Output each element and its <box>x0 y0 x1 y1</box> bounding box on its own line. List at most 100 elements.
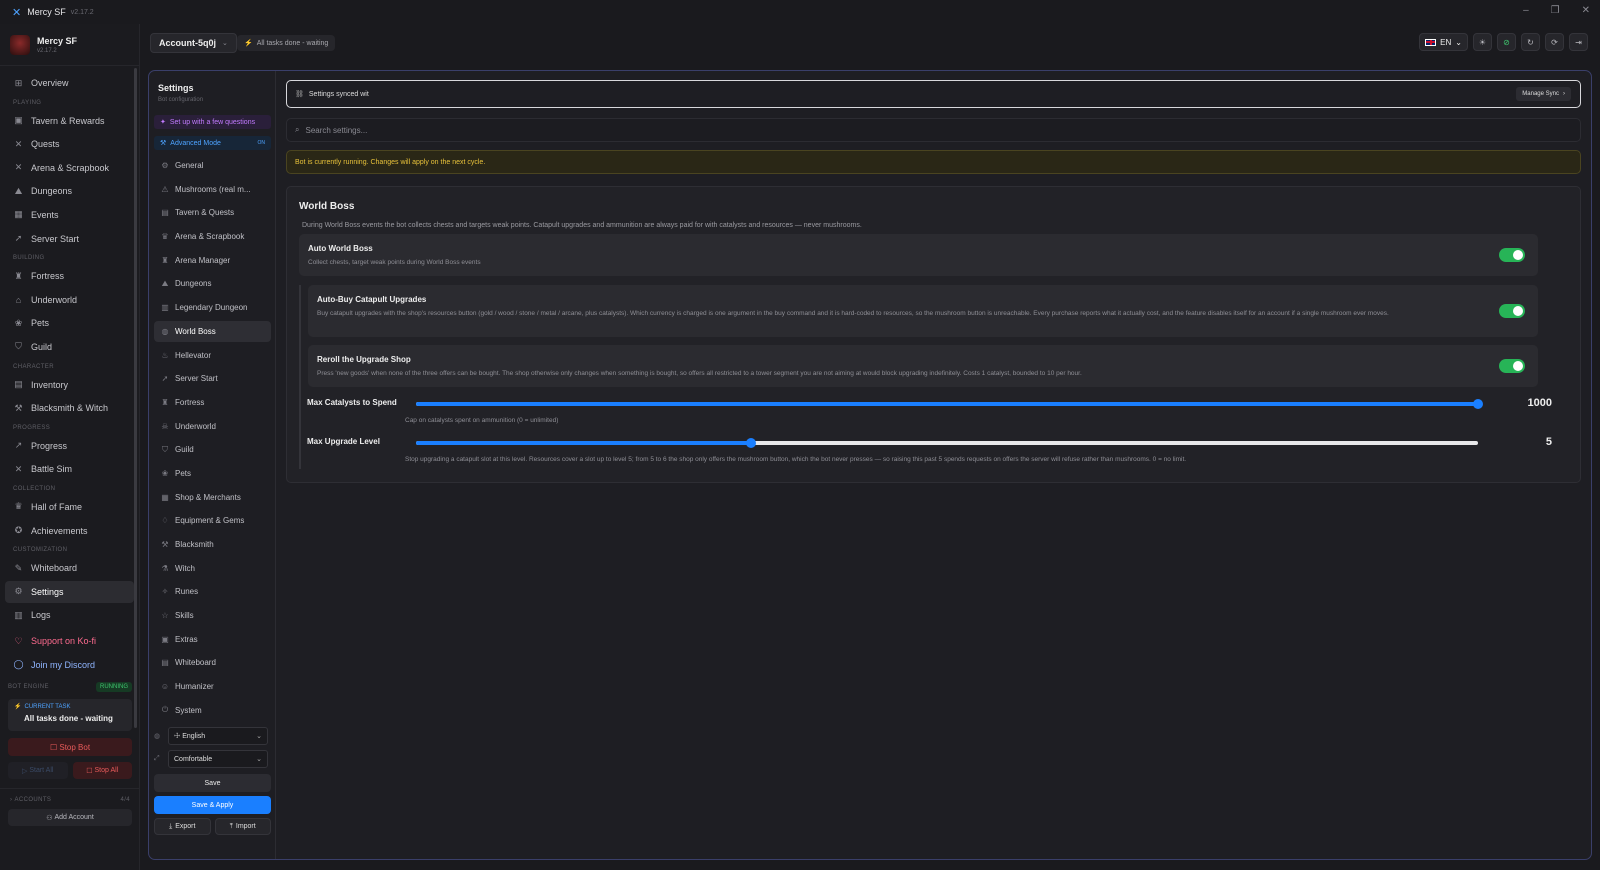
tab-skills[interactable]: ☆ Skills <box>154 605 271 626</box>
power-icon: ⏻ <box>161 705 169 715</box>
sidebar-item-label: Hall of Fame <box>31 501 83 512</box>
sidebar-item-kofi[interactable]: ♡ Support on Ko-fi <box>5 630 134 652</box>
auto-world-boss-toggle[interactable] <box>1499 248 1525 262</box>
tab-world-boss[interactable]: ◍ World Boss <box>154 320 271 342</box>
tab-arena-scrapbook[interactable]: ♛ Arena & Scrapbook <box>154 226 271 247</box>
section-building: BUILDING <box>13 255 45 262</box>
manage-sync-button[interactable]: Manage Sync › <box>1516 87 1571 101</box>
tab-equipment-gems[interactable]: ♢ Equipment & Gems <box>154 510 271 531</box>
advanced-mode-toggle[interactable]: ⚒ Advanced Mode ON <box>154 136 271 150</box>
tab-humanizer[interactable]: ☺ Humanizer <box>154 676 271 697</box>
star-icon: ☆ <box>161 611 169 621</box>
accounts-header[interactable]: › ACCOUNTS 4/4 <box>0 788 140 803</box>
search-icon: ⌕ <box>295 125 300 134</box>
language-button[interactable]: EN ⌄ <box>1419 33 1468 51</box>
search-input[interactable]: ⌕ Search settings... <box>286 118 1581 142</box>
tab-whiteboard[interactable]: ▤ Whiteboard <box>154 652 271 673</box>
logout-button[interactable]: ⇥ <box>1569 33 1588 51</box>
sidebar-item-progress[interactable]: ↗ Progress <box>5 435 134 457</box>
tab-server-start[interactable]: ➚ Server Start <box>154 368 271 389</box>
sync-text: Settings synced wit <box>308 90 369 98</box>
slider-thumb[interactable] <box>1473 399 1483 409</box>
sidebar-item-overview[interactable]: ⊞ Overview <box>5 72 134 94</box>
avatar <box>10 34 30 55</box>
sidebar-item-dungeons[interactable]: ⛰ Dungeons <box>5 180 134 202</box>
sidebar-item-pets[interactable]: ❀ Pets <box>5 312 134 334</box>
sidebar-item-inventory[interactable]: ▤ Inventory <box>5 374 134 396</box>
wand-icon: ✦ <box>160 119 166 126</box>
save-apply-button[interactable]: Save & Apply <box>154 796 271 814</box>
tab-shop-merchants[interactable]: ▦ Shop & Merchants <box>154 487 271 508</box>
setup-wizard-button[interactable]: ✦ Set up with a few questions <box>154 115 271 129</box>
sidebar-item-achievements[interactable]: ✪ Achievements <box>5 520 134 542</box>
sidebar-item-blacksmith-witch[interactable]: ⚒ Blacksmith & Witch <box>5 397 134 419</box>
sidebar-item-events[interactable]: ▦ Events <box>5 204 134 226</box>
slider-thumb[interactable] <box>745 438 756 448</box>
tab-tavern-quests[interactable]: ▤ Tavern & Quests <box>154 202 271 223</box>
tab-arena-manager[interactable]: ♜ Arena Manager <box>154 250 271 271</box>
sidebar-item-hall-of-fame[interactable]: ♛ Hall of Fame <box>5 496 134 518</box>
stop-all-button[interactable]: ☐ Stop All <box>72 762 132 779</box>
tab-extras[interactable]: ▣ Extras <box>154 629 271 650</box>
slider-track[interactable] <box>416 399 1483 409</box>
language-select[interactable]: ☩ English ⌄ <box>168 727 268 745</box>
stop-bot-button[interactable]: ☐ Stop Bot <box>8 738 132 756</box>
tab-mushrooms[interactable]: ⚠ Mushrooms (real m... <box>154 179 271 200</box>
refresh-button[interactable]: ↻ <box>1521 33 1540 51</box>
sidebar-item-logs[interactable]: ▥ Logs <box>5 604 134 626</box>
tab-guild[interactable]: ⛉ Guild <box>154 439 271 460</box>
sidebar-item-guild[interactable]: ⛉ Guild <box>5 336 134 358</box>
upload-icon: ⤒ <box>229 822 233 830</box>
sidebar-item-discord[interactable]: ◯ Join my Discord <box>5 654 134 676</box>
minimize-icon[interactable]: – <box>1523 5 1529 16</box>
maximize-icon[interactable]: ❐ <box>1551 5 1560 16</box>
sidebar-item-label: Tavern & Rewards <box>31 115 105 126</box>
density-value: Comfortable <box>174 755 213 763</box>
link-icon: ⛓ <box>295 91 304 98</box>
save-button[interactable]: Save <box>154 774 271 792</box>
tab-fortress[interactable]: ♜ Fortress <box>154 392 271 413</box>
sidebar-item-fortress[interactable]: ♜ Fortress <box>5 265 134 287</box>
sidebar-item-arena[interactable]: ✕ Arena & Scrapbook <box>5 157 134 179</box>
tab-hellevator[interactable]: ♨ Hellevator <box>154 345 271 366</box>
download-icon: ⤓ <box>169 822 173 830</box>
sidebar-scrollbar[interactable] <box>134 68 137 728</box>
visibility-button[interactable]: ⊘ <box>1497 33 1516 51</box>
start-all-button[interactable]: ▷ Start All <box>8 762 68 779</box>
slider-track[interactable] <box>416 438 1478 448</box>
expand-icon: ⤢ <box>154 755 160 762</box>
sidebar-item-quests[interactable]: ✕ Quests <box>5 133 134 155</box>
theme-toggle-button[interactable]: ☀ <box>1473 33 1492 51</box>
tab-pets[interactable]: ❀ Pets <box>154 463 271 484</box>
reroll-shop-toggle[interactable] <box>1499 359 1525 373</box>
import-button[interactable]: ⤒ Import <box>214 818 271 835</box>
slider-description: Stop upgrading a catapult slot at this l… <box>405 456 1187 463</box>
heart-icon: ♡ <box>14 635 23 646</box>
option-title: Auto-Buy Catapult Upgrades <box>317 295 427 304</box>
tab-underworld[interactable]: ☠ Underworld <box>154 416 271 437</box>
sidebar-item-underworld[interactable]: ⌂ Underworld <box>5 289 134 311</box>
sidebar-item-whiteboard[interactable]: ✎ Whiteboard <box>5 557 134 579</box>
sync-icon: ⟳ <box>1551 37 1558 47</box>
sidebar-item-server-start[interactable]: ➚ Server Start <box>5 228 134 250</box>
sync-button[interactable]: ⟳ <box>1545 33 1564 51</box>
sidebar-item-settings[interactable]: ⚙ Settings <box>5 580 134 603</box>
language-row: ◍ ☩ English ⌄ <box>154 727 276 745</box>
tab-general[interactable]: ⚙ General <box>154 155 271 176</box>
sidebar-item-battle-sim[interactable]: ✕ Battle Sim <box>5 458 134 480</box>
tab-runes[interactable]: ✧ Runes <box>154 581 271 602</box>
window-version: v2.17.2 <box>70 8 94 16</box>
current-task-box: ⚡ CURRENT TASK All tasks done - waiting <box>8 699 132 731</box>
tab-blacksmith[interactable]: ⚒ Blacksmith <box>154 534 271 555</box>
tab-dungeons[interactable]: ⛰ Dungeons <box>154 273 271 294</box>
export-button[interactable]: ⤓ Export <box>154 818 211 835</box>
tab-legendary-dungeon[interactable]: ▥ Legendary Dungeon <box>154 297 271 318</box>
sidebar-item-tavern[interactable]: ▣ Tavern & Rewards <box>5 110 134 132</box>
density-select[interactable]: Comfortable ⌄ <box>168 750 268 768</box>
tab-witch[interactable]: ⚗ Witch <box>154 558 271 579</box>
close-icon[interactable]: ✕ <box>1582 5 1590 16</box>
add-account-button[interactable]: ⚇ Add Account <box>8 809 132 826</box>
auto-buy-catapult-toggle[interactable] <box>1499 304 1525 318</box>
account-select[interactable]: Account-5q0j ⌄ <box>150 33 237 53</box>
tab-system[interactable]: ⏻ System <box>154 700 271 721</box>
